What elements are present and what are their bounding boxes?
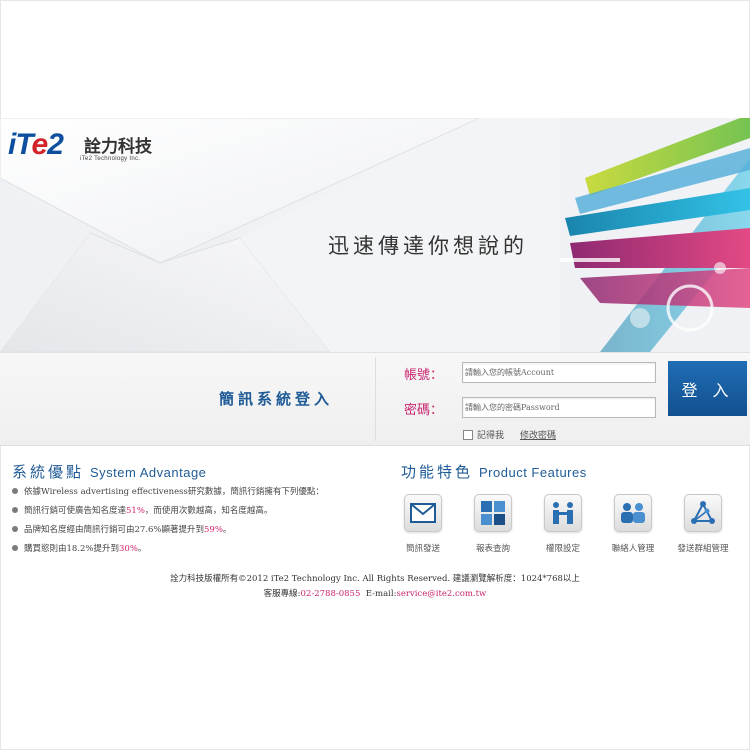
feature-permission[interactable]: 權限設定 (529, 494, 597, 554)
page-footer: 詮力科技版權所有©2012 iTe2 Technology Inc. All R… (0, 572, 750, 602)
advantage-text: 購買慾則由18.2%提升到 (24, 544, 120, 554)
feature-list: 簡訊發送 報表查詢 權限設定 聯絡人管理 發送群組管理 (398, 494, 750, 564)
advantage-highlight: 51% (126, 506, 145, 516)
contact-line: 客服專線:02-2788-0855 E-mail:service@ite2.co… (0, 587, 750, 602)
bullet-icon (12, 545, 18, 551)
account-label: 帳號： (404, 368, 444, 383)
advantage-title-cn: 系統優點 (12, 463, 85, 481)
hero-banner: iTe2 詮力科技 iTe2 Technology Inc. 迅速傳達你想說的 (0, 118, 750, 352)
advantage-highlight: 59% (204, 525, 223, 535)
password-input[interactable] (462, 397, 656, 418)
bullet-icon (12, 488, 18, 494)
features-title: 功能特色 Product Features (401, 461, 587, 482)
group-network-icon[interactable] (684, 494, 722, 532)
advantage-title: 系統優點 System Advantage (12, 461, 206, 482)
advantage-highlight: 30% (119, 544, 138, 554)
abstract-graphic (560, 118, 750, 352)
remember-label: 記得我 (477, 431, 505, 441)
remember-me[interactable]: 記得我 (463, 428, 504, 441)
advantage-text: 依據Wireless advertising effectiveness研究數據… (24, 487, 324, 497)
feature-label: 簡訊發送 (405, 544, 440, 554)
permission-icon[interactable] (544, 494, 582, 532)
login-title: 簡訊系統登入 (219, 390, 334, 408)
change-password-link[interactable]: 修改密碼 (520, 428, 556, 441)
login-divider (375, 357, 376, 441)
logo-company-name: 詮力科技 (84, 137, 152, 157)
features-title-en: Product Features (479, 465, 587, 480)
email-link[interactable]: service@ite2.com.tw (396, 589, 486, 599)
login-button[interactable]: 登 入 (668, 361, 747, 416)
advantage-suffix: 。 (222, 525, 232, 535)
feature-group-manage[interactable]: 發送群組管理 (669, 494, 737, 554)
login-panel: 簡訊系統登入 帳號： 密碼： 登 入 記得我 修改密碼 (0, 352, 750, 446)
advantage-suffix: 。 (137, 544, 147, 554)
feature-sms-send[interactable]: 簡訊發送 (389, 494, 457, 554)
remember-checkbox[interactable] (463, 429, 473, 440)
account-input[interactable] (462, 362, 656, 383)
feature-report-query[interactable]: 報表查詢 (459, 494, 527, 554)
password-label: 密碼： (404, 403, 444, 418)
hotline-number: 02-2788-0855 (300, 589, 361, 599)
bullet-icon (12, 526, 18, 532)
advantage-text: 品牌知名度經由簡訊行銷可由27.6%顯著提升到 (24, 525, 205, 535)
feature-contacts[interactable]: 聯絡人管理 (599, 494, 667, 554)
feature-label: 報表查詢 (475, 544, 510, 554)
list-item: 品牌知名度經由簡訊行銷可由27.6%顯著提升到59%。 (12, 524, 382, 543)
report-grid-icon[interactable] (474, 494, 512, 532)
feature-label: 聯絡人管理 (611, 544, 655, 554)
features-title-cn: 功能特色 (401, 463, 474, 481)
feature-label: 權限設定 (545, 544, 580, 554)
list-item: 依據Wireless advertising effectiveness研究數據… (12, 486, 382, 505)
copyright-text: 詮力科技版權所有©2012 iTe2 Technology Inc. All R… (170, 574, 580, 584)
advantage-list: 依據Wireless advertising effectiveness研究數據… (12, 486, 382, 562)
email-label: E-mail: (365, 589, 397, 599)
hotline-label: 客服專線: (263, 589, 301, 599)
logo-company-english: iTe2 Technology Inc. (80, 156, 141, 162)
feature-label: 發送群組管理 (677, 544, 729, 554)
advantage-text: 簡訊行銷可使廣告知名度達 (24, 506, 127, 516)
list-item: 簡訊行銷可使廣告知名度達51%，而使用次數越高，知名度越高。 (12, 505, 382, 524)
banner-slogan: 迅速傳達你想說的 (328, 234, 528, 258)
list-item: 購買慾則由18.2%提升到30%。 (12, 543, 382, 562)
advantage-suffix: ，而使用次數越高，知名度越高。 (144, 506, 273, 516)
contacts-icon[interactable] (614, 494, 652, 532)
advantage-title-en: System Advantage (90, 465, 207, 480)
company-logo: iTe2 詮力科技 iTe2 Technology Inc. (8, 128, 152, 168)
logo-mark: iTe2 (8, 128, 64, 161)
bullet-icon (12, 507, 18, 513)
envelope-icon[interactable] (404, 494, 442, 532)
